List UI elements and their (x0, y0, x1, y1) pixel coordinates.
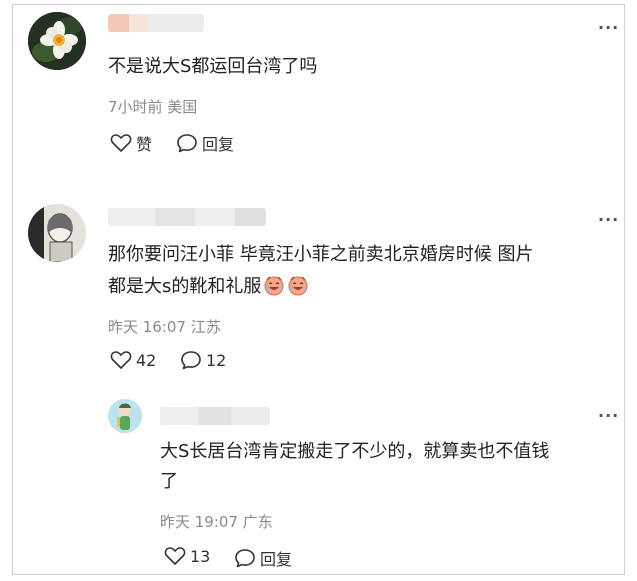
heart-icon (164, 547, 186, 565)
comment-text: 不是说大S都运回台湾了吗 (108, 56, 318, 77)
comment-bubble-icon (235, 549, 255, 568)
reply-label: 回复 (202, 135, 235, 154)
reply-label: 回复 (260, 550, 293, 569)
more-icon[interactable]: ··· (598, 406, 619, 425)
avatar[interactable] (108, 399, 142, 433)
comment-meta: 昨天 19:07 广东 (160, 513, 273, 531)
laughing-emoji-icon (263, 274, 285, 306)
heart-icon (110, 351, 132, 369)
like-button[interactable]: 13 (164, 546, 210, 566)
comment-text-line1: 那你要问汪小菲 毕竟汪小菲之前卖北京婚房时候 图片 (108, 244, 534, 265)
like-button[interactable]: 赞 (110, 131, 152, 155)
username-blurred[interactable] (108, 14, 204, 32)
comment-meta: 7小时前 美国 (108, 98, 198, 116)
comment-bubble-icon (181, 351, 201, 370)
more-icon[interactable]: ··· (598, 210, 619, 229)
like-count: 13 (190, 546, 211, 566)
comment-text-line1: 大S长居台湾肯定搬走了不少的，就算卖也不值钱 (160, 441, 550, 462)
like-count: 42 (136, 350, 157, 370)
like-button[interactable]: 42 (110, 350, 156, 370)
more-icon[interactable]: ··· (598, 18, 619, 37)
comment-bubble-icon (177, 134, 197, 153)
heart-icon (110, 134, 132, 152)
username-blurred[interactable] (108, 208, 266, 226)
comment-text-line2-text: 都是大s的靴和礼服 (108, 276, 262, 297)
reply-count: 12 (206, 350, 227, 370)
like-label: 赞 (136, 135, 153, 154)
avatar[interactable] (28, 204, 86, 262)
reply-button[interactable]: 回复 (176, 131, 234, 155)
comment-text-line2: 都是大s的靴和礼服 (108, 272, 309, 306)
reply-button[interactable]: 回复 (234, 546, 292, 570)
comment-text-line2: 了 (160, 471, 178, 492)
comment-list (12, 4, 625, 575)
username-blurred[interactable] (160, 407, 270, 425)
avatar[interactable] (28, 12, 86, 70)
laughing-emoji-icon (287, 274, 309, 306)
comment-meta: 昨天 16:07 江苏 (108, 318, 221, 336)
reply-button[interactable]: 12 (180, 350, 226, 370)
